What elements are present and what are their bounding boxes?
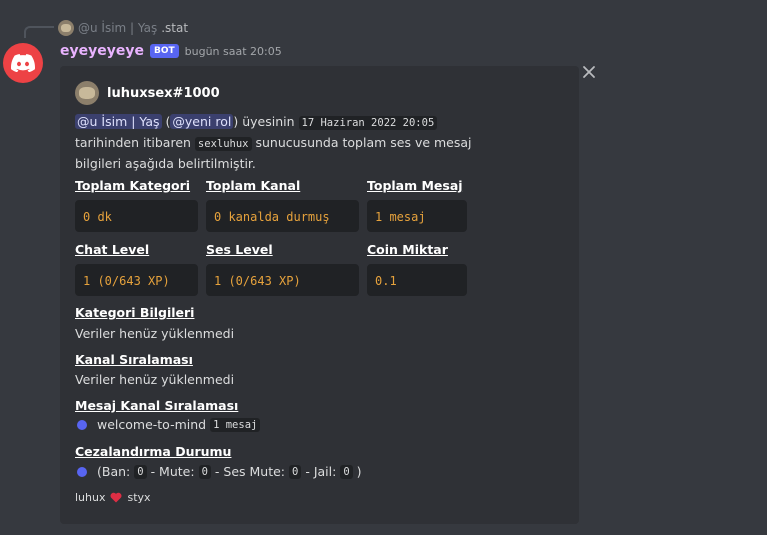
reply-connector [24, 26, 54, 38]
kategori-text: Veriler henüz yüklenmedi [75, 326, 235, 341]
message-header: eyeyeyeye BOT bugün saat 20:05 [60, 41, 282, 61]
footer-right: styx [127, 491, 151, 504]
reply-mention[interactable]: @u İsim | Yaş [78, 21, 157, 35]
heart-icon [110, 492, 122, 503]
discord-logo-icon [11, 54, 35, 72]
bot-badge: BOT [149, 44, 179, 58]
field-title-coin-miktar: Coin Miktar [367, 242, 448, 257]
field-title-chat-level: Chat Level [75, 242, 150, 257]
embed-author: luhuxsex#1000 [75, 81, 220, 105]
desc-text-4: bilgileri aşağıda belirtilmiştir. [75, 156, 256, 171]
field-value-toplam-mesaj: 1 mesaj [367, 200, 467, 232]
channel-message-count: 1 mesaj [210, 417, 261, 432]
field-value-chat-level: 1 (0/643 XP) [75, 264, 198, 296]
footer-left: luhux [75, 491, 106, 504]
mesaj-kanal-title: Mesaj Kanal Sıralaması [75, 398, 239, 413]
server-name: sexluhux [194, 137, 252, 151]
reply-preview[interactable]: @u İsim | Yaş .stat [58, 19, 188, 37]
author-name: luhuxsex#1000 [107, 85, 220, 101]
embed-description: @u İsim | Yaş (@yeni rol) üyesinin 17 Ha… [75, 114, 472, 171]
role-mention[interactable]: @yeni rol [170, 114, 234, 129]
mesaj-kanal-row: welcome-to-mind 1 mesaj [77, 417, 261, 432]
field-value-toplam-kategori: 0 dk [75, 200, 198, 232]
username[interactable]: eyeyeyeye [60, 43, 144, 59]
timestamp: bugün saat 20:05 [184, 44, 282, 58]
blue-dot-icon [77, 419, 87, 430]
join-date: 17 Haziran 2022 20:05 [298, 116, 438, 130]
field-title-toplam-kategori: Toplam Kategori [75, 178, 191, 193]
ban-count: 0 [134, 464, 147, 479]
kategori-title: Kategori Bilgileri [75, 305, 195, 320]
field-title-ses-level: Ses Level [206, 242, 273, 257]
bot-avatar[interactable] [3, 43, 43, 83]
blue-dot-icon [77, 466, 87, 477]
desc-text-2: tarihinden itibaren [75, 135, 191, 150]
ceza-title: Cezalandırma Durumu [75, 444, 232, 459]
ceza-row: (Ban: 0 - Mute: 0 - Ses Mute: 0 - Jail: … [77, 464, 362, 479]
reply-avatar [58, 20, 74, 36]
jail-count: 0 [340, 464, 353, 479]
mute-count: 0 [198, 464, 211, 479]
reply-text: .stat [161, 21, 189, 35]
desc-text-1: üyesinin [242, 114, 295, 129]
ses-mute-count: 0 [289, 464, 302, 479]
embed-footer: luhux styx [75, 491, 151, 504]
stat-embed: luhuxsex#1000 @u İsim | Yaş (@yeni rol) … [60, 66, 579, 524]
kanal-title: Kanal Sıralaması [75, 352, 193, 367]
kanal-text: Veriler henüz yüklenmedi [75, 372, 235, 387]
field-value-toplam-kanal: 0 kanalda durmuş [206, 200, 359, 232]
author-avatar [75, 81, 99, 105]
close-icon[interactable] [581, 64, 597, 80]
field-value-ses-level: 1 (0/643 XP) [206, 264, 359, 296]
desc-text-3: sunucusunda toplam ses ve mesaj [255, 135, 472, 150]
field-title-toplam-kanal: Toplam Kanal [206, 178, 301, 193]
field-title-toplam-mesaj: Toplam Mesaj [367, 178, 463, 193]
user-mention[interactable]: @u İsim | Yaş [75, 114, 162, 129]
channel-name: welcome-to-mind [97, 417, 207, 432]
field-value-coin-miktar: 0.1 [367, 264, 467, 296]
